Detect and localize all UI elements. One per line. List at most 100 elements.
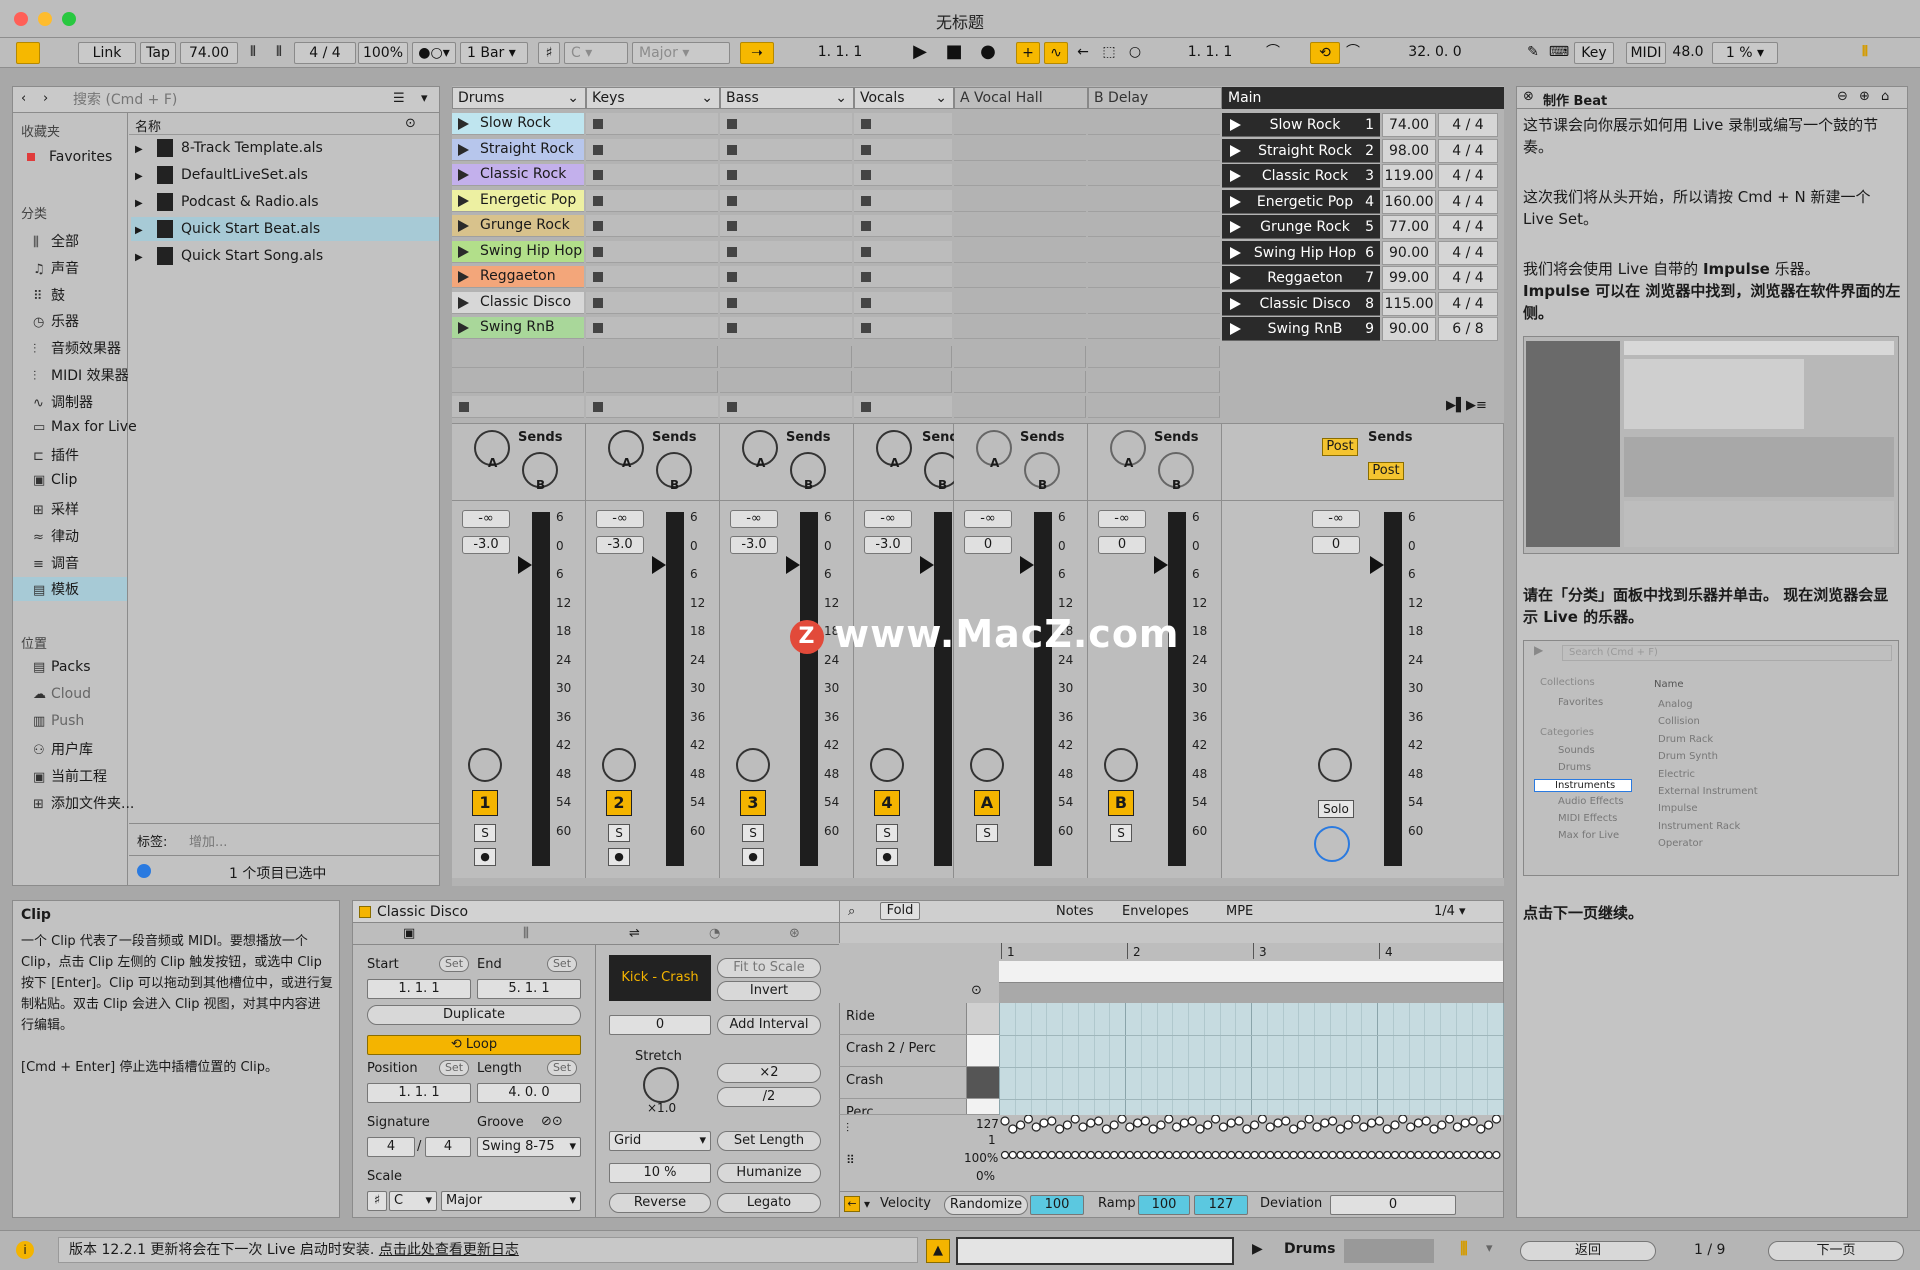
browser-search-input[interactable] — [73, 90, 383, 110]
velocity-point[interactable] — [1281, 1116, 1291, 1126]
track-volume-neg-inf[interactable]: -∞ — [864, 510, 912, 528]
scene-launch-button[interactable]: Classic Disco 8 — [1222, 291, 1380, 316]
stop-icon[interactable] — [459, 402, 469, 412]
chance-point[interactable] — [1242, 1150, 1251, 1160]
chance-point[interactable] — [1258, 1150, 1267, 1160]
preview-icon[interactable]: ⊙ — [971, 983, 982, 998]
chance-point[interactable] — [1266, 1150, 1275, 1160]
place-push[interactable]: ▥ Push — [33, 713, 84, 729]
velocity-point[interactable] — [1226, 1118, 1236, 1128]
velocity-point[interactable] — [1054, 1124, 1065, 1134]
session-record-icon[interactable]: ○ — [1124, 42, 1146, 64]
search-options-icon[interactable]: ▾ — [421, 91, 428, 106]
lane-key[interactable] — [966, 1003, 999, 1034]
track-volume-value[interactable]: -3.0 — [864, 536, 912, 554]
empty-clip-slot[interactable] — [854, 164, 952, 186]
velocity-point[interactable] — [1023, 1115, 1033, 1124]
velocity-point[interactable] — [1468, 1116, 1478, 1126]
chance-point[interactable] — [1383, 1150, 1392, 1160]
empty-clip-slot[interactable] — [954, 396, 1086, 418]
main-solo-button[interactable]: Solo — [1318, 800, 1354, 818]
clip-tab-icon[interactable]: ▣ — [403, 926, 415, 941]
volume-fader-handle[interactable] — [1154, 556, 1168, 574]
envelopes-tab-icon[interactable]: ◔ — [709, 926, 720, 941]
chance-point[interactable] — [1344, 1150, 1353, 1160]
chance-point[interactable] — [1367, 1150, 1376, 1160]
capture-icon[interactable]: ⬚ — [1098, 42, 1120, 64]
chance-point[interactable] — [1398, 1150, 1407, 1160]
empty-clip-slot[interactable] — [954, 346, 1086, 368]
end-set-button[interactable]: Set — [547, 956, 577, 972]
clip-stop-icon[interactable] — [861, 323, 871, 333]
chance-point[interactable] — [1211, 1150, 1220, 1160]
expand-icon[interactable]: ▶ — [135, 192, 145, 216]
nudge-up-icon[interactable]: ⦀ — [268, 42, 290, 64]
velocity-menu-icon[interactable]: ▾ — [864, 1197, 870, 1211]
scene-launch-button[interactable]: Reggaeton 7 — [1222, 266, 1380, 290]
velocity-point[interactable] — [1460, 1118, 1470, 1128]
scene-tempo[interactable]: 74.00 — [1382, 113, 1436, 137]
track-volume-neg-inf[interactable]: -∞ — [462, 510, 510, 528]
clip-stop-icon[interactable] — [727, 221, 737, 231]
help-next-button[interactable]: 下一页 — [1768, 1241, 1904, 1261]
velocity-point[interactable] — [1242, 1124, 1252, 1134]
volume-fader-handle[interactable] — [920, 556, 934, 574]
velocity-point[interactable] — [1437, 1120, 1447, 1130]
velocity-point[interactable] — [1413, 1118, 1423, 1128]
velocity-point[interactable] — [1359, 1122, 1369, 1132]
scene-signature[interactable]: 4 / 4 — [1438, 266, 1498, 290]
clip-slot-drums[interactable]: Reggaeton — [452, 266, 584, 288]
velocity-point[interactable] — [1382, 1124, 1392, 1134]
empty-clip-slot[interactable] — [586, 346, 718, 368]
clip-slot-drums[interactable]: Classic Disco — [452, 291, 584, 314]
stop-icon[interactable] — [861, 402, 871, 412]
pan-knob[interactable] — [1318, 748, 1352, 782]
chance-point[interactable] — [1492, 1150, 1501, 1160]
chance-point[interactable] — [1188, 1150, 1197, 1160]
post-button-b[interactable]: Post — [1368, 462, 1404, 480]
chance-point[interactable] — [1305, 1150, 1314, 1160]
velocity-point[interactable] — [1078, 1122, 1088, 1132]
expand-icon[interactable]: ▶ — [135, 219, 145, 243]
velocity-point[interactable] — [1140, 1116, 1150, 1126]
chance-point[interactable] — [1437, 1150, 1446, 1160]
empty-clip-slot[interactable] — [1088, 113, 1220, 135]
velocity-point[interactable] — [1445, 1115, 1455, 1124]
browser-menu-icon[interactable]: ⊙ — [405, 116, 416, 131]
velocity-point[interactable] — [1452, 1122, 1462, 1132]
key-root-select[interactable]: C ▾ — [564, 42, 628, 64]
key-icon[interactable]: ♯ — [538, 42, 560, 64]
velocity-point[interactable] — [1179, 1118, 1189, 1128]
velocity-point[interactable] — [1156, 1120, 1166, 1130]
position-set-button[interactable]: Set — [439, 1060, 469, 1076]
track-volume-value[interactable]: -3.0 — [596, 536, 644, 554]
scene-tempo[interactable]: 90.00 — [1382, 240, 1436, 265]
stop-icon[interactable] — [593, 402, 603, 412]
empty-clip-slot[interactable] — [586, 371, 718, 393]
solo-button[interactable]: S — [608, 824, 630, 842]
velocity-point[interactable] — [1320, 1118, 1330, 1128]
randomize-button[interactable]: Randomize — [944, 1195, 1028, 1215]
velocity-point[interactable] — [1133, 1118, 1143, 1128]
scene-tempo[interactable]: 90.00 — [1382, 317, 1436, 341]
empty-clip-slot[interactable] — [1088, 215, 1220, 237]
scene-play-icon[interactable] — [1230, 119, 1241, 131]
solo-button[interactable]: S — [1110, 824, 1132, 842]
arm-icon[interactable]: ● — [876, 848, 898, 866]
velocity-point[interactable] — [1211, 1115, 1221, 1124]
velocity-point[interactable] — [1273, 1118, 1283, 1128]
chance-point[interactable] — [1203, 1150, 1212, 1160]
humanize-amount[interactable]: 10 % — [609, 1163, 711, 1183]
chance-point[interactable] — [1133, 1150, 1142, 1160]
velocity-point[interactable] — [1218, 1122, 1228, 1132]
track-header-delay[interactable]: B Delay — [1088, 87, 1222, 109]
scene-signature[interactable]: 4 / 4 — [1438, 291, 1498, 316]
help-prev-icon[interactable]: ⊖ — [1837, 89, 1848, 104]
empty-clip-slot[interactable] — [854, 371, 952, 393]
empty-clip-slot[interactable] — [586, 189, 718, 212]
scene-tempo[interactable]: 115.00 — [1382, 291, 1436, 316]
mpe-tab-icon[interactable]: ⊛ — [789, 926, 800, 941]
velocity-point[interactable] — [1070, 1115, 1080, 1124]
empty-clip-slot[interactable] — [720, 266, 852, 288]
pan-knob[interactable] — [870, 748, 904, 782]
